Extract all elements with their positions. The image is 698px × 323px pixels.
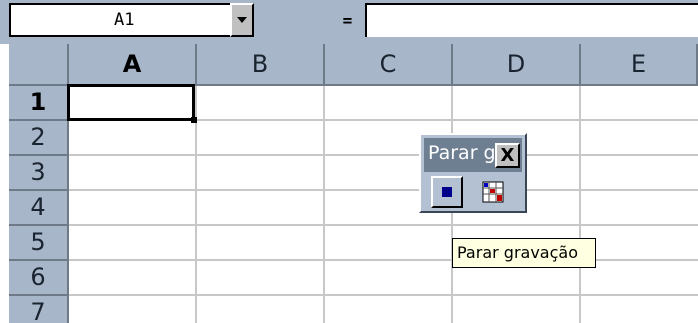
row-header-4[interactable]: 4: [9, 191, 69, 226]
column-header-d[interactable]: D: [453, 44, 581, 86]
formula-equals-button[interactable]: =: [330, 3, 365, 37]
toolbar-close-button[interactable]: X: [495, 143, 520, 168]
formula-bar: A1 =: [0, 0, 698, 44]
toolbar-titlebar[interactable]: Parar g X: [424, 138, 522, 172]
spreadsheet-window: A1 = A B C D E 1 2 3 4 5 6 7 Parar g X P…: [0, 0, 698, 323]
chevron-down-icon: [237, 17, 247, 23]
select-all-corner[interactable]: [9, 44, 69, 86]
stop-recording-tooltip: Parar gravação: [452, 238, 596, 268]
toolbar-title: Parar g: [428, 142, 496, 164]
relative-reference-button[interactable]: [477, 176, 509, 208]
row-header-2[interactable]: 2: [9, 121, 69, 156]
active-cell[interactable]: [67, 84, 195, 121]
row-header-7[interactable]: 7: [9, 296, 69, 323]
name-box-value: A1: [114, 10, 135, 30]
stop-recording-toolbar[interactable]: Parar g X: [419, 133, 527, 213]
column-header-a[interactable]: A: [69, 44, 197, 86]
stop-recording-icon: [442, 187, 452, 197]
formula-input[interactable]: [365, 3, 698, 37]
fill-handle[interactable]: [191, 117, 197, 123]
name-box[interactable]: A1: [9, 3, 232, 37]
relative-reference-icon: [482, 181, 504, 203]
row-header-3[interactable]: 3: [9, 156, 69, 191]
stop-recording-button[interactable]: [431, 176, 463, 208]
row-header-5[interactable]: 5: [9, 226, 69, 261]
cell-grid[interactable]: [69, 86, 698, 323]
row-header-6[interactable]: 6: [9, 261, 69, 296]
column-header-b[interactable]: B: [197, 44, 325, 86]
column-header-c[interactable]: C: [325, 44, 453, 86]
column-header-e[interactable]: E: [581, 44, 698, 86]
name-box-dropdown-button[interactable]: [230, 3, 254, 37]
close-icon: X: [500, 144, 515, 166]
sheet-left-border: [0, 44, 9, 323]
row-header-1[interactable]: 1: [9, 86, 69, 121]
